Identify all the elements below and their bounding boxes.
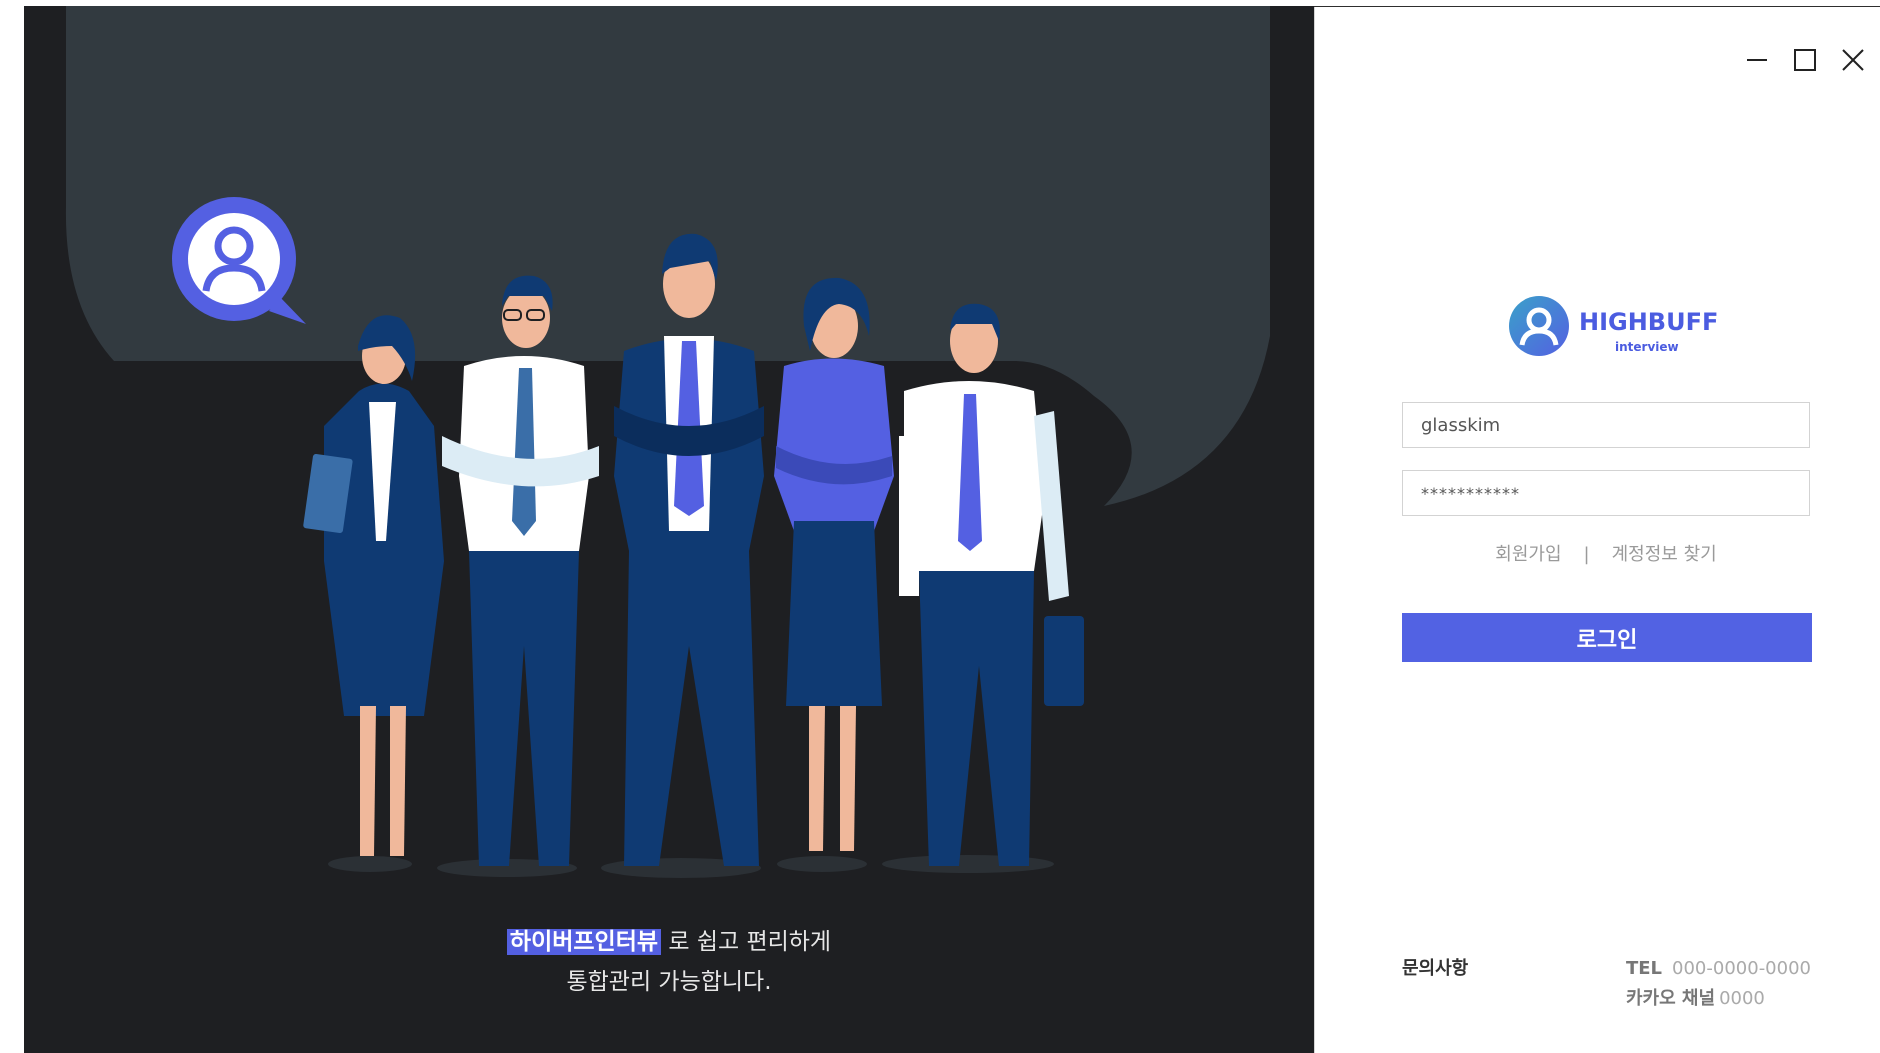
login-button[interactable]: 로그인	[1402, 613, 1812, 662]
link-separator: |	[1583, 544, 1590, 565]
tel-label: TEL	[1625, 958, 1663, 979]
person-woman-left-icon	[303, 315, 444, 856]
account-links: 회원가입 | 계정정보 찾기	[1402, 540, 1810, 566]
window-top-border	[1314, 6, 1880, 7]
marketing-caption: 하이버프인터뷰 로 쉽고 편리하게 통합관리 가능합니다.	[24, 922, 1314, 1002]
brand-sub: interview	[1615, 340, 1679, 354]
tel-value: 000-0000-0000	[1672, 958, 1811, 979]
person-woman-right-icon	[774, 277, 894, 851]
username-input[interactable]	[1402, 402, 1810, 448]
person-man-briefcase-icon	[899, 303, 1084, 866]
signup-link[interactable]: 회원가입	[1495, 544, 1561, 565]
find-account-link[interactable]: 계정정보 찾기	[1612, 544, 1717, 565]
login-panel: HIGHBUFF interview 회원가입 | 계정정보 찾기 로그인 문의사항…	[1314, 6, 1880, 1053]
person-man-glasses-icon	[442, 275, 599, 866]
illustration-panel: 하이버프인터뷰 로 쉽고 편리하게 통합관리 가능합니다.	[24, 6, 1314, 1053]
business-team-illustration	[65, 6, 1270, 878]
kakao-row: 카카오 채널 0000	[1626, 984, 1811, 1014]
contact-info: TEL 000-0000-0000 카카오 채널 0000	[1626, 954, 1811, 1014]
close-icon[interactable]	[1835, 42, 1871, 78]
user-avatar-icon	[1509, 296, 1569, 356]
caption-line-1-rest: 로 쉽고 편리하게	[661, 929, 832, 955]
kakao-label: 카카오 채널	[1625, 988, 1716, 1009]
password-input[interactable]	[1402, 470, 1810, 516]
caption-line-1: 하이버프인터뷰 로 쉽고 편리하게	[24, 922, 1314, 962]
brand-name: HIGHBUFF	[1579, 308, 1719, 336]
minimize-icon[interactable]	[1739, 42, 1775, 78]
inquiry-label: 문의사항	[1402, 958, 1469, 979]
tel-row: TEL 000-0000-0000	[1626, 954, 1811, 984]
kakao-value: 0000	[1719, 988, 1765, 1009]
maximize-icon[interactable]	[1787, 42, 1823, 78]
brand-highlight: 하이버프인터뷰	[506, 929, 662, 955]
caption-line-2: 통합관리 가능합니다.	[566, 969, 772, 995]
